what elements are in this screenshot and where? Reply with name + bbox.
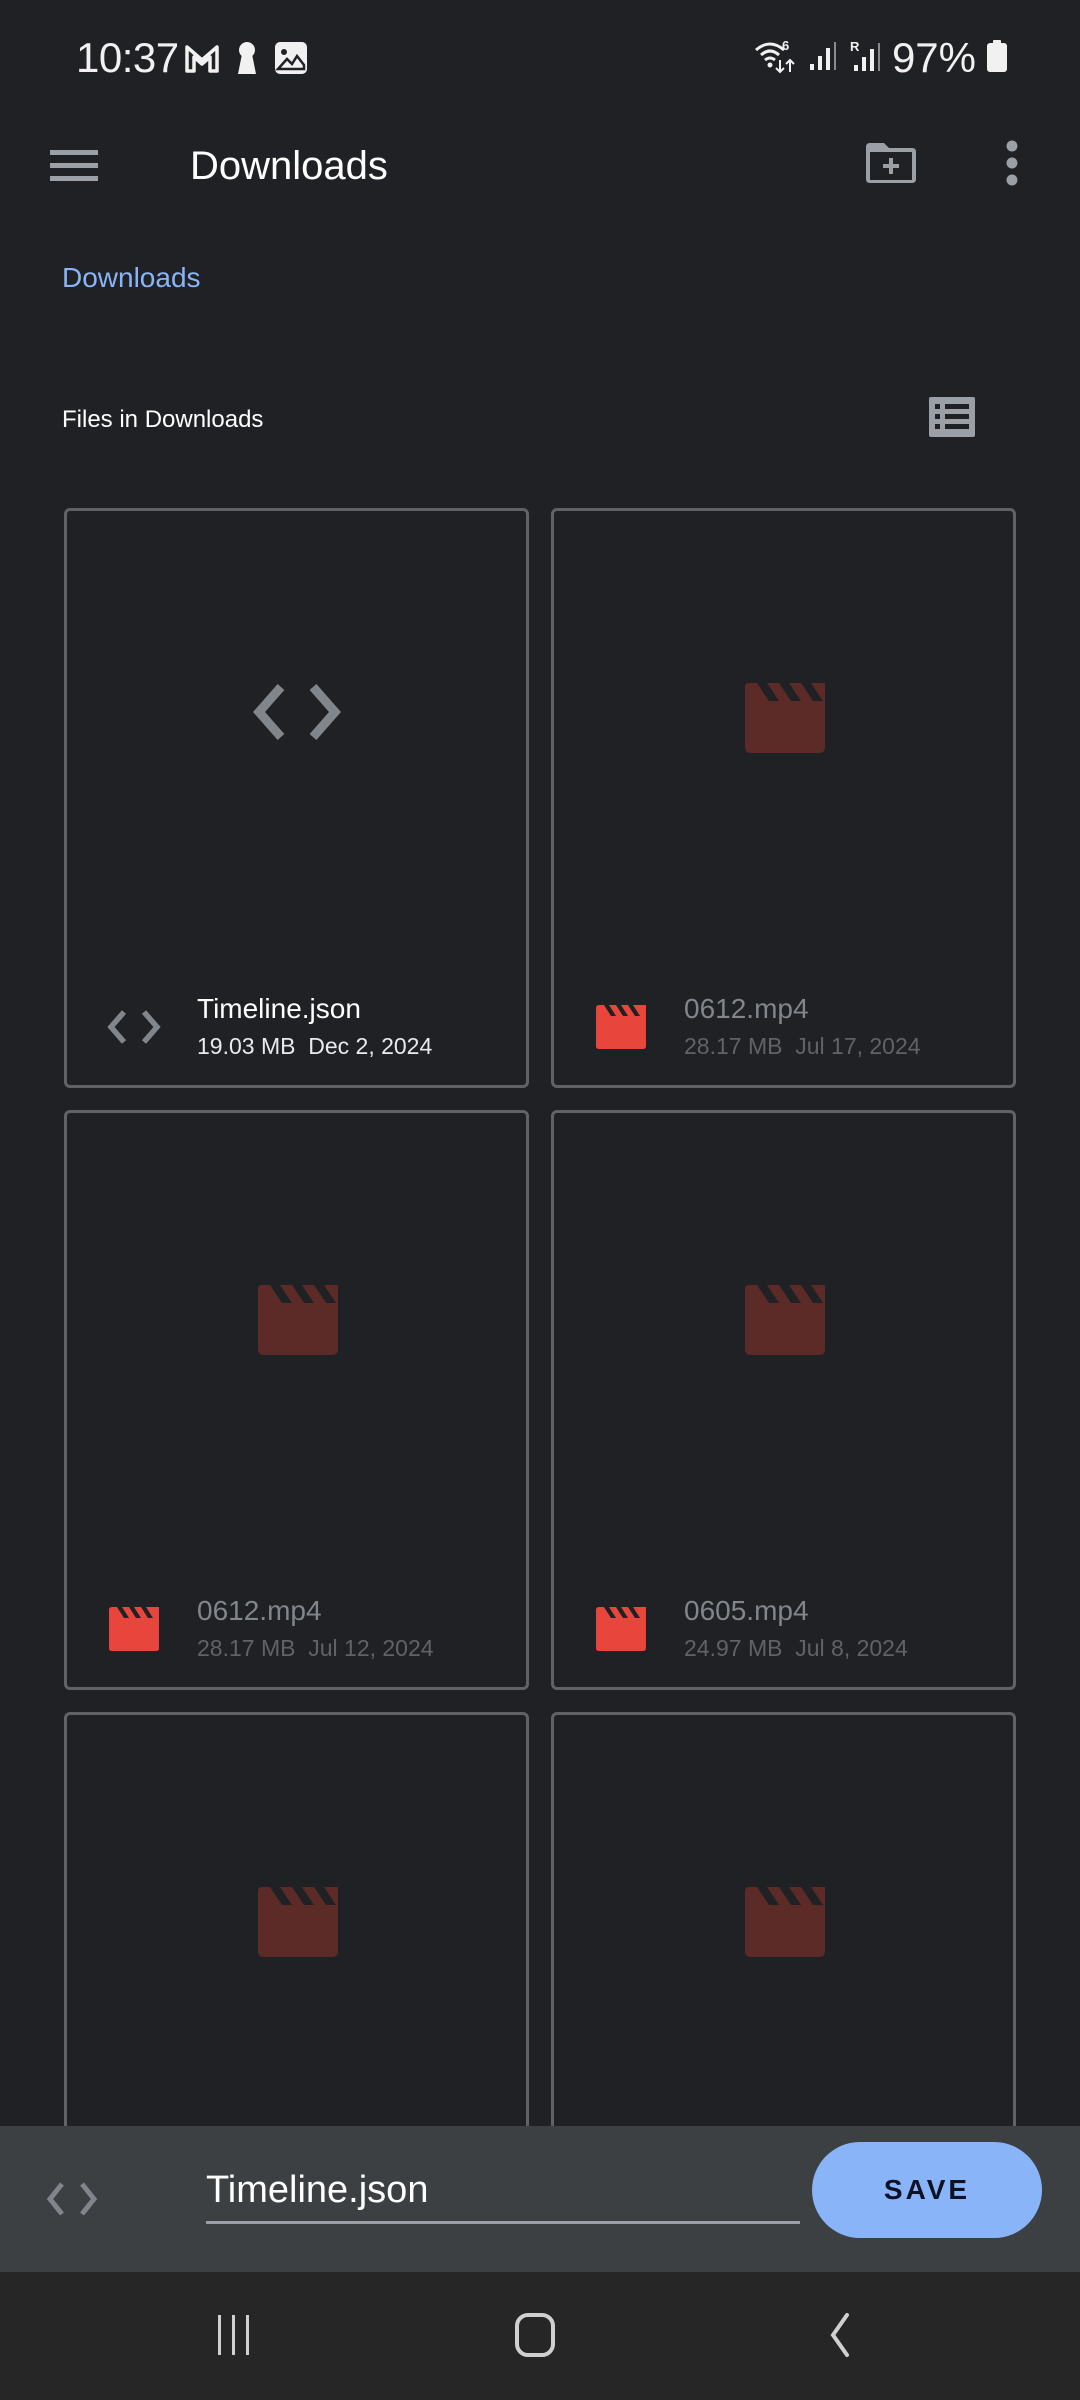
- file-size: 19.03 MB: [197, 1033, 296, 1059]
- file-name: 0612.mp4: [197, 1595, 322, 1626]
- section-header: Files in Downloads: [62, 406, 264, 433]
- video-clapper-icon: [739, 1885, 829, 1964]
- file-info: 28.17 MB Jul 12, 2024: [197, 1635, 434, 1662]
- file-card: [551, 1712, 1016, 2128]
- filename-input[interactable]: [206, 2166, 800, 2224]
- file-thumbnail: [554, 681, 1013, 760]
- signal-icon: [808, 40, 838, 77]
- menu-button[interactable]: [40, 134, 108, 202]
- view-toggle-button[interactable]: [924, 394, 980, 444]
- recents-icon: [212, 2313, 256, 2362]
- file-name: 0605.mp4: [684, 1595, 809, 1626]
- code-icon: [42, 2174, 102, 2224]
- more-options-button[interactable]: [986, 132, 1038, 198]
- list-view-icon: [929, 396, 975, 442]
- page-title: Downloads: [190, 144, 388, 188]
- file-card: [64, 1712, 529, 2128]
- video-clapper-icon: [105, 1601, 163, 1657]
- system-nav-bar: [0, 2272, 1080, 2400]
- file-meta: 0612.mp4 28.17 MB Jul 17, 2024: [554, 987, 1013, 1067]
- file-meta: Timeline.json 19.03 MB Dec 2, 2024: [67, 987, 526, 1067]
- file-info: 24.97 MB Jul 8, 2024: [684, 1635, 908, 1662]
- more-vert-icon: [1005, 140, 1019, 191]
- hamburger-menu-icon: [50, 148, 98, 189]
- file-meta: 0605.mp4 24.97 MB Jul 8, 2024: [554, 1589, 1013, 1669]
- breadcrumb-item-downloads[interactable]: Downloads: [62, 262, 201, 294]
- video-clapper-icon: [252, 1885, 342, 1964]
- file-thumbnail: [67, 1885, 526, 1964]
- video-clapper-icon: [592, 1601, 650, 1657]
- file-info: 28.17 MB Jul 17, 2024: [684, 1033, 921, 1060]
- file-size: 28.17 MB: [197, 1635, 296, 1661]
- home-button[interactable]: [476, 2292, 596, 2382]
- back-icon: [825, 2312, 855, 2363]
- roaming-signal-icon: R: [848, 39, 882, 78]
- file-date: Jul 12, 2024: [308, 1635, 434, 1661]
- gmail-icon: [184, 43, 220, 78]
- file-name: 0612.mp4: [684, 993, 809, 1024]
- file-card: 0612.mp4 28.17 MB Jul 17, 2024: [551, 508, 1016, 1088]
- new-folder-icon: [864, 141, 918, 190]
- status-bar: 10:37 6 R 97%: [0, 0, 1080, 120]
- keyhole-icon: [234, 40, 260, 81]
- svg-text:6: 6: [782, 38, 789, 53]
- file-meta: 0612.mp4 28.17 MB Jul 12, 2024: [67, 1589, 526, 1669]
- notification-icons: [184, 40, 308, 81]
- system-icons: 6 R 97%: [754, 34, 1008, 82]
- video-clapper-icon: [252, 1283, 342, 1362]
- new-folder-button[interactable]: [858, 132, 924, 198]
- battery-percent: 97%: [891, 34, 976, 81]
- file-size: 24.97 MB: [684, 1635, 783, 1661]
- file-grid: Timeline.json 19.03 MB Dec 2, 2024 0612.…: [64, 508, 1016, 2128]
- battery-icon: [986, 39, 1008, 78]
- file-date: Jul 17, 2024: [795, 1033, 921, 1059]
- file-date: Jul 8, 2024: [795, 1635, 908, 1661]
- app-bar: Downloads: [0, 120, 1080, 260]
- recents-button[interactable]: [174, 2292, 294, 2382]
- back-button[interactable]: [780, 2292, 900, 2382]
- code-icon: [251, 681, 343, 748]
- file-info: 19.03 MB Dec 2, 2024: [197, 1033, 432, 1060]
- file-thumbnail: [67, 1283, 526, 1362]
- file-name: Timeline.json: [197, 993, 361, 1024]
- file-date: Dec 2, 2024: [308, 1033, 433, 1059]
- save-button[interactable]: SAVE: [812, 2142, 1042, 2238]
- file-size: 28.17 MB: [684, 1033, 783, 1059]
- home-icon: [514, 2312, 558, 2363]
- file-thumbnail: [554, 1885, 1013, 1964]
- wifi6-icon: 6: [754, 38, 798, 79]
- save-bar: SAVE: [0, 2126, 1080, 2272]
- code-icon: [105, 999, 163, 1055]
- file-thumbnail: [554, 1283, 1013, 1362]
- video-clapper-icon: [592, 999, 650, 1055]
- file-thumbnail: [67, 681, 526, 748]
- file-card: 0612.mp4 28.17 MB Jul 12, 2024: [64, 1110, 529, 1690]
- svg-text:R: R: [850, 39, 860, 54]
- gallery-icon: [274, 41, 308, 80]
- status-time: 10:37: [76, 34, 179, 81]
- file-card: 0605.mp4 24.97 MB Jul 8, 2024: [551, 1110, 1016, 1690]
- video-clapper-icon: [739, 1283, 829, 1362]
- video-clapper-icon: [739, 681, 829, 760]
- file-card[interactable]: Timeline.json 19.03 MB Dec 2, 2024: [64, 508, 529, 1088]
